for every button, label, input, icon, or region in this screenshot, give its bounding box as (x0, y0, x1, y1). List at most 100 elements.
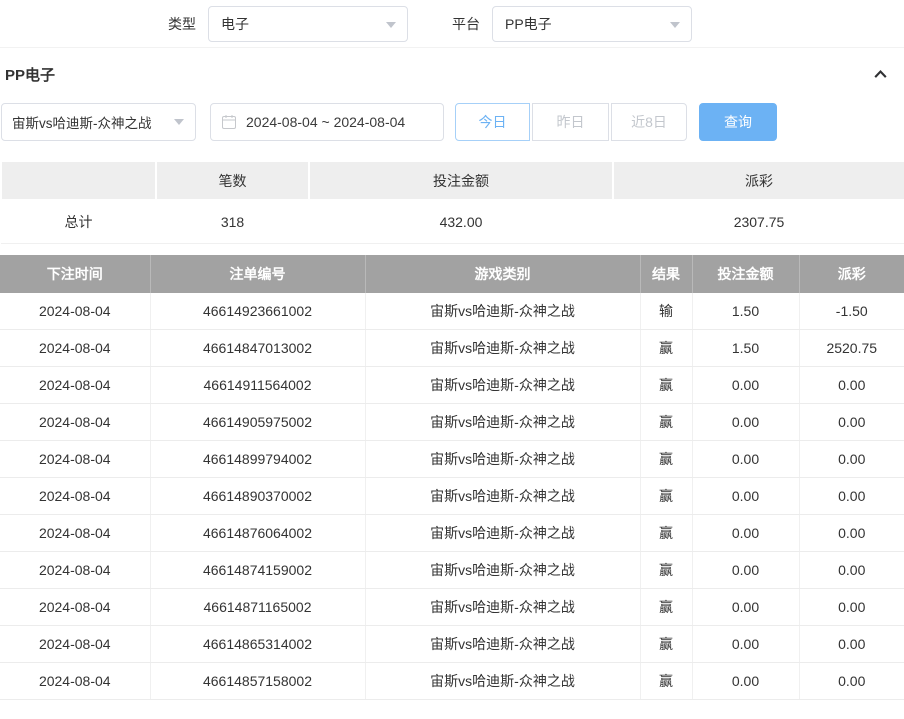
result-cell: 赢 (640, 404, 692, 441)
bet-amount-cell: 1.50 (692, 330, 799, 367)
game-type-cell: 宙斯vs哈迪斯-众神之战 (365, 478, 640, 515)
bet-amount-cell: 0.00 (692, 663, 799, 700)
top-filter-bar: 类型 电子 平台 PP电子 (0, 0, 904, 48)
header-result: 结果 (640, 255, 692, 293)
chevron-down-icon (670, 22, 680, 28)
order-id-cell: 46614890370002 (150, 478, 365, 515)
bet-amount-cell: 0.00 (692, 515, 799, 552)
game-type-cell: 宙斯vs哈迪斯-众神之战 (365, 589, 640, 626)
bet-time-cell: 2024-08-04 (0, 552, 150, 589)
bet-amount-cell: 1.50 (692, 293, 799, 330)
summary-header-bet-amount: 投注金额 (309, 162, 613, 200)
bet-amount-cell: 0.00 (692, 552, 799, 589)
date-range-picker[interactable]: 2024-08-04 ~ 2024-08-04 (210, 103, 444, 141)
game-type-cell: 宙斯vs哈迪斯-众神之战 (365, 293, 640, 330)
summary-table: 笔数 投注金额 派彩 总计 318 432.00 2307.75 (0, 162, 904, 244)
header-game-type: 游戏类别 (365, 255, 640, 293)
payout-cell: 0.00 (799, 515, 904, 552)
type-label: 类型 (168, 14, 196, 34)
table-row: 2024-08-04 46614890370002 宙斯vs哈迪斯-众神之战 赢… (0, 478, 904, 515)
game-type-cell: 宙斯vs哈迪斯-众神之战 (365, 663, 640, 700)
summary-header-payout: 派彩 (613, 162, 904, 200)
bet-time-cell: 2024-08-04 (0, 515, 150, 552)
table-row: 2024-08-04 46614865314002 宙斯vs哈迪斯-众神之战 赢… (0, 626, 904, 663)
payout-cell: 0.00 (799, 478, 904, 515)
bet-time-cell: 2024-08-04 (0, 404, 150, 441)
summary-header-blank (1, 162, 156, 200)
platform-label: 平台 (452, 14, 480, 34)
query-button[interactable]: 查询 (699, 103, 777, 141)
bet-time-cell: 2024-08-04 (0, 293, 150, 330)
result-cell: 赢 (640, 441, 692, 478)
summary-count-value: 318 (156, 200, 309, 243)
game-type-cell: 宙斯vs哈迪斯-众神之战 (365, 367, 640, 404)
result-cell: 赢 (640, 589, 692, 626)
chevron-down-icon (386, 22, 396, 28)
payout-cell: 0.00 (799, 367, 904, 404)
platform-select[interactable]: PP电子 (492, 6, 692, 42)
collapse-section-button[interactable] (872, 66, 889, 83)
bet-amount-cell: 0.00 (692, 589, 799, 626)
result-cell: 输 (640, 293, 692, 330)
order-id-cell: 46614874159002 (150, 552, 365, 589)
game-type-cell: 宙斯vs哈迪斯-众神之战 (365, 626, 640, 663)
summary-total-row: 总计 318 432.00 2307.75 (1, 200, 904, 243)
bet-time-cell: 2024-08-04 (0, 626, 150, 663)
bet-amount-cell: 0.00 (692, 367, 799, 404)
order-id-cell: 46614857158002 (150, 663, 365, 700)
payout-cell: -1.50 (799, 293, 904, 330)
bet-time-cell: 2024-08-04 (0, 663, 150, 700)
table-row: 2024-08-04 46614923661002 宙斯vs哈迪斯-众神之战 输… (0, 293, 904, 330)
bet-amount-cell: 0.00 (692, 478, 799, 515)
summary-header-row: 笔数 投注金额 派彩 (1, 162, 904, 200)
order-id-cell: 46614876064002 (150, 515, 365, 552)
bet-time-cell: 2024-08-04 (0, 441, 150, 478)
game-select-value: 宙斯vs哈迪斯-众神之战 (12, 112, 152, 132)
last-8-days-button[interactable]: 近8日 (611, 103, 687, 141)
bet-amount-cell: 0.00 (692, 441, 799, 478)
game-type-cell: 宙斯vs哈迪斯-众神之战 (365, 404, 640, 441)
date-range-value: 2024-08-04 ~ 2024-08-04 (246, 114, 405, 130)
summary-header-count: 笔数 (156, 162, 309, 200)
table-row: 2024-08-04 46614857158002 宙斯vs哈迪斯-众神之战 赢… (0, 663, 904, 700)
payout-cell: 0.00 (799, 626, 904, 663)
bet-time-cell: 2024-08-04 (0, 589, 150, 626)
order-id-cell: 46614905975002 (150, 404, 365, 441)
bet-records-table: 下注时间 注单编号 游戏类别 结果 投注金额 派彩 2024-08-04 466… (0, 255, 904, 701)
game-type-cell: 宙斯vs哈迪斯-众神之战 (365, 330, 640, 367)
payout-cell: 0.00 (799, 441, 904, 478)
result-cell: 赢 (640, 663, 692, 700)
payout-cell: 0.00 (799, 552, 904, 589)
section-header: PP电子 (0, 48, 904, 101)
yesterday-button[interactable]: 昨日 (532, 103, 609, 141)
platform-select-value: PP电子 (505, 14, 552, 34)
type-select[interactable]: 电子 (208, 6, 408, 42)
order-id-cell: 46614865314002 (150, 626, 365, 663)
header-bet-amount: 投注金额 (692, 255, 799, 293)
chevron-down-icon (174, 119, 184, 125)
payout-cell: 0.00 (799, 404, 904, 441)
order-id-cell: 46614923661002 (150, 293, 365, 330)
section-title: PP电子 (5, 64, 55, 85)
payout-cell: 2520.75 (799, 330, 904, 367)
bet-amount-cell: 0.00 (692, 626, 799, 663)
order-id-cell: 46614899794002 (150, 441, 365, 478)
result-cell: 赢 (640, 626, 692, 663)
result-cell: 赢 (640, 478, 692, 515)
game-select[interactable]: 宙斯vs哈迪斯-众神之战 (1, 103, 196, 141)
bet-amount-cell: 0.00 (692, 404, 799, 441)
result-cell: 赢 (640, 367, 692, 404)
bet-time-cell: 2024-08-04 (0, 330, 150, 367)
order-id-cell: 46614847013002 (150, 330, 365, 367)
summary-bet-amount-value: 432.00 (309, 200, 613, 243)
table-row: 2024-08-04 46614876064002 宙斯vs哈迪斯-众神之战 赢… (0, 515, 904, 552)
table-row: 2024-08-04 46614905975002 宙斯vs哈迪斯-众神之战 赢… (0, 404, 904, 441)
result-cell: 赢 (640, 552, 692, 589)
header-bet-time: 下注时间 (0, 255, 150, 293)
header-payout: 派彩 (799, 255, 904, 293)
game-type-cell: 宙斯vs哈迪斯-众神之战 (365, 515, 640, 552)
table-row: 2024-08-04 46614899794002 宙斯vs哈迪斯-众神之战 赢… (0, 441, 904, 478)
table-row: 2024-08-04 46614847013002 宙斯vs哈迪斯-众神之战 赢… (0, 330, 904, 367)
today-button[interactable]: 今日 (455, 103, 530, 141)
result-cell: 赢 (640, 515, 692, 552)
